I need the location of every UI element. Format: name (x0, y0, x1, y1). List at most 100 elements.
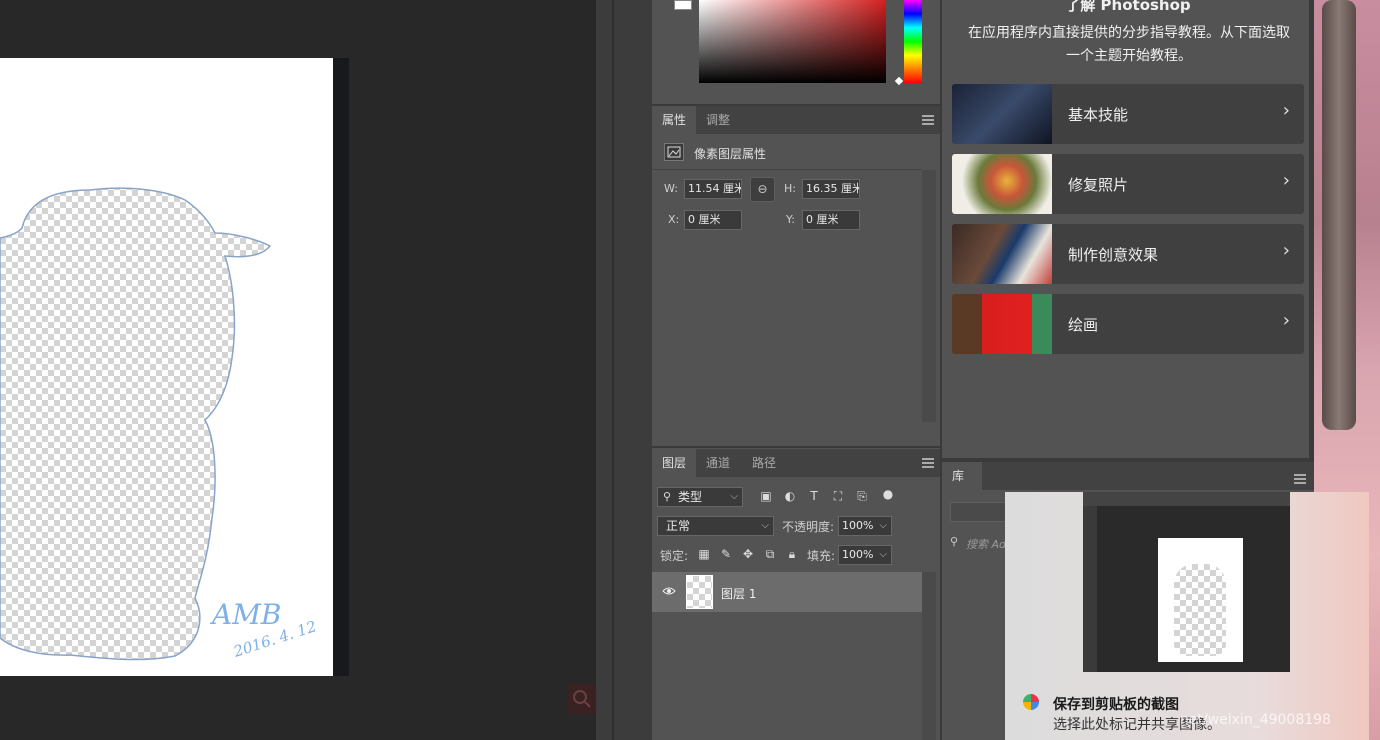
layers-tabbar: 图层 通道 路径 (652, 449, 940, 477)
notification-title: 保存到剪贴板的截图 (1053, 697, 1179, 713)
fix-photo-thumbnail (952, 154, 1052, 214)
preview-toolbar (1083, 492, 1290, 506)
lock-label: 锁定: (660, 549, 689, 563)
card-label: 绘画 (1068, 316, 1099, 334)
blend-mode-dropdown[interactable]: 正常 ⌵ (657, 516, 774, 536)
wallpaper-tree-trunk (1322, 0, 1356, 430)
learn-card-painting[interactable]: 绘画 › (952, 294, 1304, 354)
lock-position-move-icon[interactable]: ✥ (741, 547, 755, 561)
adjustment-filter-icon[interactable]: ◐ (783, 489, 797, 503)
dock-divider[interactable] (612, 0, 614, 740)
chevron-right-icon: › (1282, 310, 1290, 331)
height-label: H: (784, 182, 796, 195)
watermark-text: net/weixin_49008198 (1180, 712, 1331, 728)
x-field[interactable]: 0 厘米 (684, 210, 742, 230)
document-canvas-area[interactable]: AMB 2016. 4. 12 (0, 0, 596, 740)
painting-thumbnail (952, 294, 1052, 354)
fill-label: 填充: (807, 549, 836, 563)
tab-channels[interactable]: 通道 (696, 449, 740, 477)
filter-toggle-icon[interactable]: ● (881, 487, 895, 501)
learn-description: 在应用程序内直接提供的分步指导教程。从下面选取一个主题开始教程。 (968, 25, 1290, 64)
learn-card-fix-photo[interactable]: 修复照片 › (952, 154, 1304, 214)
learn-title: 了解 Photoshop (1065, 0, 1191, 14)
document-canvas[interactable]: AMB 2016. 4. 12 (0, 58, 333, 676)
pixel-layer-icon (664, 143, 684, 161)
chevron-right-icon: › (1282, 240, 1290, 261)
library-menu-icon[interactable] (1294, 474, 1306, 484)
chevron-right-icon: › (1282, 100, 1290, 121)
chevron-down-icon: ⌵ (730, 491, 738, 502)
panel-separator (652, 446, 940, 448)
y-field[interactable]: 0 厘米 (802, 210, 860, 230)
layers-menu-icon[interactable] (922, 458, 934, 468)
lock-artboard-icon[interactable]: ⧉ (763, 547, 777, 561)
zoom-search-icon[interactable] (568, 684, 596, 714)
layer-name[interactable]: 图层 1 (721, 585, 756, 602)
fill-field[interactable]: 100% ⌵ (838, 545, 892, 565)
properties-tabbar: 属性 调整 (652, 106, 940, 134)
link-dimensions-icon[interactable]: ⊖ (750, 177, 775, 202)
chevron-down-icon: ⌵ (879, 549, 887, 560)
opacity-value: 100% (842, 519, 874, 532)
smart-object-filter-icon[interactable]: ⎘ (855, 489, 869, 503)
learn-panel: 了解 Photoshop 在应用程序内直接提供的分步指导教程。从下面选取一个主题… (940, 0, 1314, 458)
sheep-silhouette-transparent (0, 187, 272, 661)
screenshot-notification[interactable]: 保存到剪贴板的截图 选择此处标记并共享图像。 (1005, 492, 1369, 740)
library-tabbar (942, 462, 1314, 490)
layer-row[interactable]: 图层 1 (652, 572, 922, 612)
opacity-label: 不透明度: (782, 520, 835, 534)
properties-divider (652, 169, 922, 170)
learn-card-basic-skills[interactable]: 基本技能 › (952, 84, 1304, 144)
preview-sheep (1174, 564, 1226, 656)
snip-app-icon (1023, 694, 1039, 710)
canvas-shadow (333, 58, 349, 676)
x-label: X: (668, 213, 680, 226)
opacity-field[interactable]: 100% ⌵ (838, 516, 892, 536)
library-search-input[interactable]: 搜索 Ad (966, 536, 1006, 552)
card-label: 修复照片 (1068, 176, 1129, 194)
y-label: Y: (786, 213, 795, 226)
tab-layers[interactable]: 图层 (652, 449, 697, 477)
card-label: 基本技能 (1068, 106, 1129, 124)
properties-scrollbar[interactable] (922, 170, 936, 422)
lock-all-icon[interactable]: 🔒︎ (785, 547, 799, 561)
signature-name: AMB (212, 598, 282, 631)
foreground-color-swatch[interactable] (674, 0, 692, 10)
preview-document (1158, 538, 1243, 662)
preview-toolbox (1083, 506, 1097, 672)
height-field[interactable]: 16.35 厘米 (802, 179, 860, 199)
fill-value: 100% (842, 548, 874, 561)
type-filter-icon[interactable]: T (807, 489, 821, 503)
filter-search-icon: ⚲ (663, 490, 672, 503)
lock-transparency-icon[interactable]: ▦ (697, 547, 711, 561)
lock-paint-brush-icon[interactable]: ✎ (719, 547, 733, 561)
width-field[interactable]: 11.54 厘米 (684, 179, 742, 199)
visibility-eye-icon[interactable] (662, 584, 676, 598)
layer-filter-value: 类型 (678, 490, 703, 504)
screenshot-preview[interactable] (1083, 492, 1290, 672)
hue-slider-handle[interactable] (894, 76, 904, 86)
tab-adjustments[interactable]: 调整 (696, 106, 740, 134)
tab-paths[interactable]: 路径 (742, 449, 786, 477)
width-label: W: (664, 182, 678, 195)
panels-column: 属性 调整 像素图层属性 W: 11.54 厘米 ⊖ H: 16.35 厘米 X… (652, 0, 940, 740)
hue-slider[interactable] (904, 0, 922, 83)
creative-effects-thumbnail (952, 224, 1052, 284)
chevron-down-icon: ⌵ (761, 520, 769, 531)
shape-filter-icon[interactable]: ⛶ (831, 489, 845, 503)
color-saturation-field[interactable] (699, 0, 886, 83)
basic-skills-thumbnail (952, 84, 1052, 144)
chevron-right-icon: › (1282, 170, 1290, 191)
layers-scrollbar[interactable] (922, 572, 936, 740)
properties-menu-icon[interactable] (922, 115, 934, 125)
card-label: 制作创意效果 (1068, 246, 1159, 264)
tab-properties[interactable]: 属性 (652, 106, 697, 134)
pixel-filter-icon[interactable]: ▣ (759, 489, 773, 503)
layer-thumbnail[interactable] (686, 575, 713, 609)
tab-library[interactable]: 库 (942, 462, 982, 490)
blend-mode-value: 正常 (666, 519, 691, 533)
learn-card-creative-effects[interactable]: 制作创意效果 › (952, 224, 1304, 284)
layer-filter-dropdown[interactable]: ⚲ 类型 ⌵ (657, 487, 743, 507)
panel-dock-gutter (596, 0, 652, 740)
library-search-icon: ⚲ (950, 535, 959, 548)
